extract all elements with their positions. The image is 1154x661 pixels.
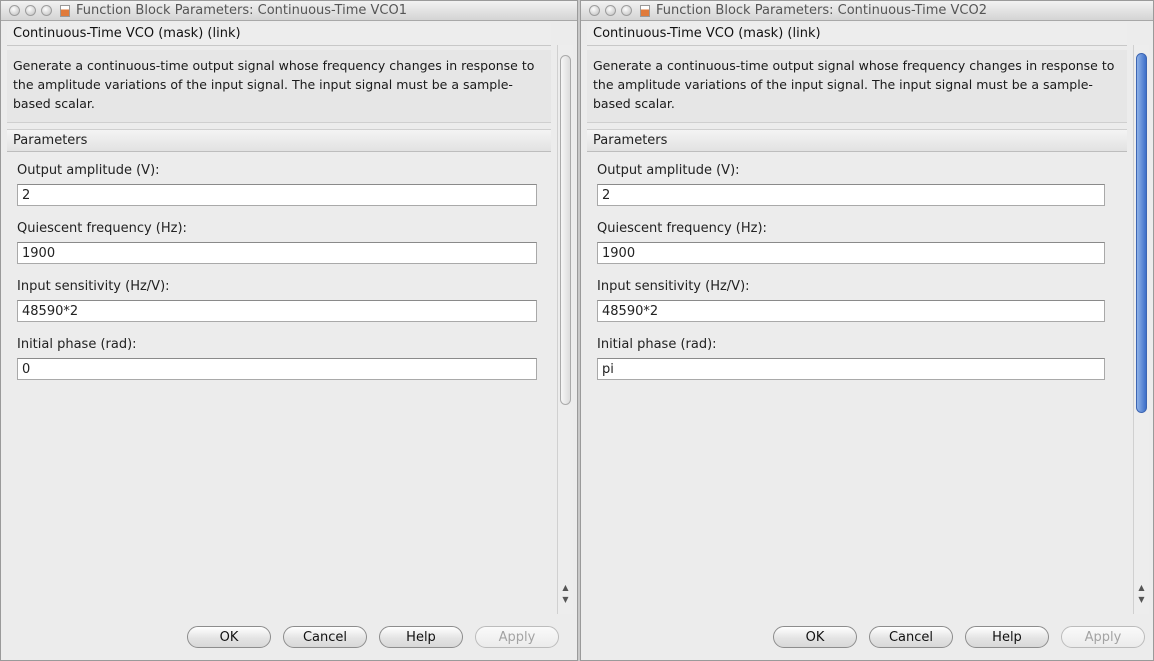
vertical-scrollbar[interactable]: ▲ ▼ — [1133, 45, 1149, 614]
dialog-content: Continuous-Time VCO (mask) (link) Genera… — [7, 23, 551, 614]
title-bar[interactable]: Function Block Parameters: Continuous-Ti… — [581, 1, 1153, 21]
apply-button[interactable]: Apply — [475, 626, 559, 648]
scroll-down-arrow-icon[interactable]: ▼ — [1137, 595, 1146, 604]
window-title: Function Block Parameters: Continuous-Ti… — [76, 3, 407, 18]
scrollbar-thumb[interactable] — [1136, 53, 1147, 413]
apply-button[interactable]: Apply — [1061, 626, 1145, 648]
parameters-panel: Output amplitude (V): Quiescent frequenc… — [587, 152, 1127, 380]
cancel-button[interactable]: Cancel — [869, 626, 953, 648]
param-label: Output amplitude (V): — [17, 163, 160, 178]
param-label: Output amplitude (V): — [597, 163, 740, 178]
param-initial-phase: Initial phase (rad): — [17, 336, 551, 380]
dialog-window-vco2: Function Block Parameters: Continuous-Ti… — [580, 0, 1154, 661]
title-bar[interactable]: Function Block Parameters: Continuous-Ti… — [1, 1, 577, 21]
close-icon[interactable] — [589, 5, 600, 16]
param-output-amplitude: Output amplitude (V): — [597, 162, 1127, 206]
param-quiescent-frequency: Quiescent frequency (Hz): — [597, 220, 1127, 264]
help-button[interactable]: Help — [379, 626, 463, 648]
param-quiescent-frequency: Quiescent frequency (Hz): — [17, 220, 551, 264]
ok-button[interactable]: OK — [773, 626, 857, 648]
window-title: Function Block Parameters: Continuous-Ti… — [656, 3, 987, 18]
parameters-header: Parameters — [7, 129, 551, 152]
block-description: Generate a continuous-time output signal… — [587, 50, 1127, 123]
scroll-up-arrow-icon[interactable]: ▲ — [1137, 583, 1146, 592]
output-amplitude-field[interactable] — [17, 184, 537, 206]
quiescent-frequency-field[interactable] — [17, 242, 537, 264]
simulink-block-icon — [60, 4, 70, 17]
help-button[interactable]: Help — [965, 626, 1049, 648]
block-description: Generate a continuous-time output signal… — [7, 50, 551, 123]
window-controls — [589, 5, 632, 16]
zoom-icon[interactable] — [41, 5, 52, 16]
param-output-amplitude: Output amplitude (V): — [17, 162, 551, 206]
param-label: Input sensitivity (Hz/V): — [597, 279, 750, 294]
zoom-icon[interactable] — [621, 5, 632, 16]
scroll-up-arrow-icon[interactable]: ▲ — [561, 583, 570, 592]
param-label: Initial phase (rad): — [597, 337, 717, 352]
minimize-icon[interactable] — [605, 5, 616, 16]
quiescent-frequency-field[interactable] — [597, 242, 1105, 264]
close-icon[interactable] — [9, 5, 20, 16]
initial-phase-field[interactable] — [597, 358, 1105, 380]
mask-title: Continuous-Time VCO (mask) (link) — [587, 23, 1127, 46]
parameters-panel: Output amplitude (V): Quiescent frequenc… — [7, 152, 551, 380]
vertical-scrollbar[interactable]: ▲ ▼ — [557, 45, 573, 614]
param-label: Quiescent frequency (Hz): — [17, 221, 187, 236]
param-initial-phase: Initial phase (rad): — [597, 336, 1127, 380]
button-bar: OK Cancel Help Apply — [581, 614, 1153, 660]
dialog-window-vco1: Function Block Parameters: Continuous-Ti… — [0, 0, 578, 661]
param-input-sensitivity: Input sensitivity (Hz/V): — [597, 278, 1127, 322]
output-amplitude-field[interactable] — [597, 184, 1105, 206]
param-label: Input sensitivity (Hz/V): — [17, 279, 170, 294]
parameters-header: Parameters — [587, 129, 1127, 152]
param-input-sensitivity: Input sensitivity (Hz/V): — [17, 278, 551, 322]
input-sensitivity-field[interactable] — [17, 300, 537, 322]
dialog-content: Continuous-Time VCO (mask) (link) Genera… — [587, 23, 1127, 614]
button-bar: OK Cancel Help Apply — [1, 614, 577, 660]
simulink-block-icon — [640, 4, 650, 17]
minimize-icon[interactable] — [25, 5, 36, 16]
initial-phase-field[interactable] — [17, 358, 537, 380]
cancel-button[interactable]: Cancel — [283, 626, 367, 648]
window-controls — [9, 5, 52, 16]
param-label: Quiescent frequency (Hz): — [597, 221, 767, 236]
param-label: Initial phase (rad): — [17, 337, 137, 352]
ok-button[interactable]: OK — [187, 626, 271, 648]
scrollbar-thumb[interactable] — [560, 55, 571, 405]
mask-title: Continuous-Time VCO (mask) (link) — [7, 23, 551, 46]
scroll-down-arrow-icon[interactable]: ▼ — [561, 595, 570, 604]
input-sensitivity-field[interactable] — [597, 300, 1105, 322]
